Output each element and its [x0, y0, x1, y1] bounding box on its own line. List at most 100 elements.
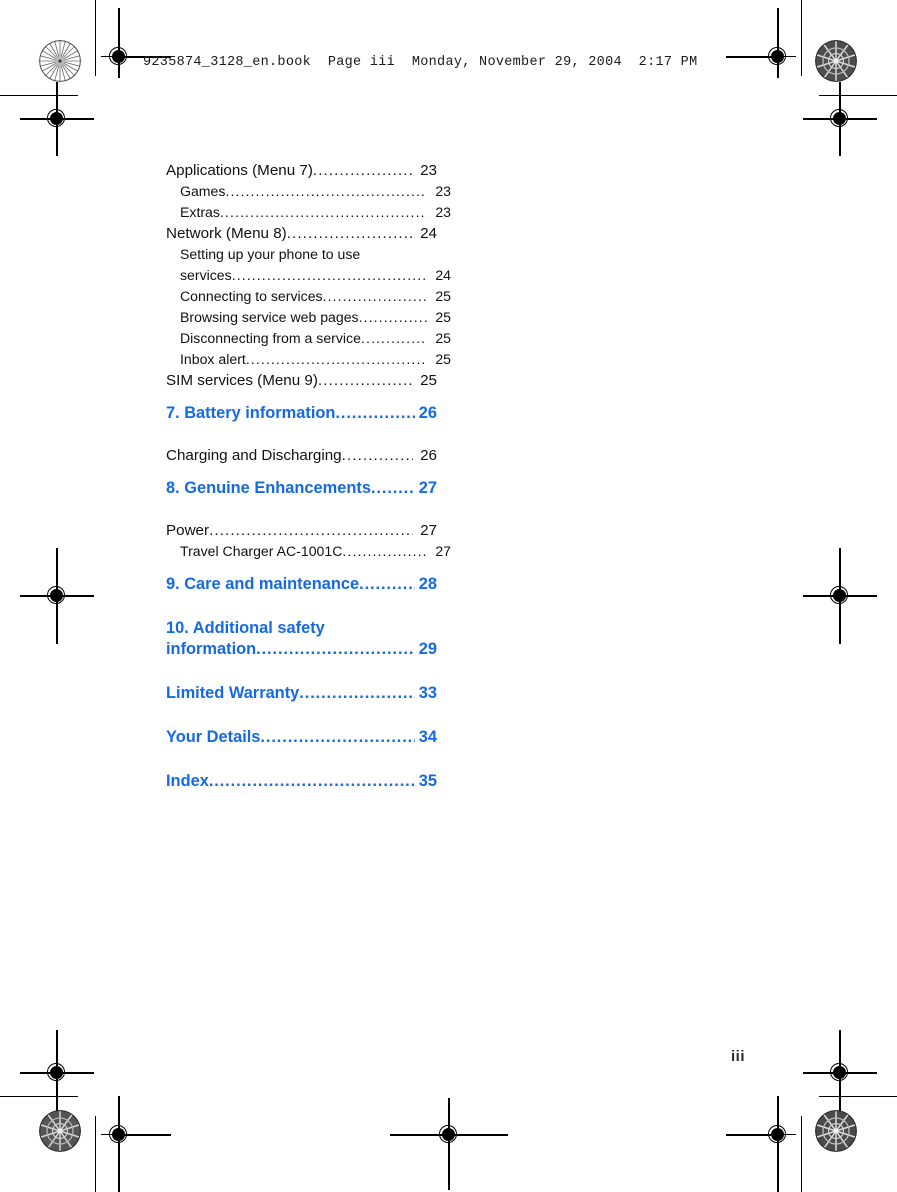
registration-mark-mid-right [822, 578, 858, 614]
toc-dot-leader: ........................................… [370, 479, 415, 497]
toc-page-number: 25 [435, 351, 451, 367]
toc-dot-leader: ........................................… [256, 640, 415, 658]
toc-spacer [166, 510, 437, 520]
crop-line-bottom-left-vertical [95, 1116, 97, 1192]
toc-chapter-entry[interactable]: 10. Additional safety [166, 618, 437, 639]
toc-page-number: 25 [435, 330, 451, 346]
crop-line-bottom-right-horizontal [819, 1096, 897, 1098]
registration-mark-top-right [760, 39, 796, 75]
table-of-contents: Applications (Menu 7) ..................… [166, 160, 451, 792]
toc-entry[interactable]: Browsing service web pages..............… [180, 307, 451, 328]
registration-mark-upper-left [39, 101, 75, 137]
toc-entry-label: Limited Warranty [166, 684, 300, 702]
toc-chapter-entry[interactable]: Index ..................................… [166, 771, 437, 792]
toc-spacer [166, 606, 437, 618]
toc-spacer [166, 671, 437, 683]
toc-entry-label: Travel Charger AC-1001C [180, 543, 343, 559]
toc-spacer [166, 595, 437, 606]
toc-page-number: 28 [418, 575, 437, 593]
toc-entry[interactable]: Extras..................................… [180, 202, 451, 223]
toc-entry[interactable]: Inbox alert.............................… [180, 349, 451, 370]
toc-entry-label: Games [180, 183, 226, 199]
toc-entry[interactable]: Games...................................… [180, 181, 451, 202]
toc-dot-leader: ........................................… [286, 225, 413, 242]
toc-page-number: 26 [420, 447, 437, 464]
toc-page-number: 27 [420, 522, 437, 539]
toc-dot-leader: ........................................… [342, 543, 427, 559]
toc-dot-leader: ........................................… [245, 351, 427, 367]
toc-entry[interactable]: Charging and Discharging................… [166, 445, 437, 466]
toc-page-number: 23 [435, 204, 451, 220]
toc-entry-label: Applications (Menu 7) [166, 162, 313, 179]
registration-mark-lower-left [39, 1055, 75, 1091]
toc-dot-leader: ........................................… [225, 183, 427, 199]
file-stamp: 9235874_3128_en.book Page iii Monday, No… [143, 55, 698, 70]
toc-entry-label: Inbox alert [180, 351, 246, 367]
toc-entry-label: Extras [180, 204, 220, 220]
toc-page-number: 34 [418, 728, 437, 746]
toc-entry-label: 9. Care and maintenance [166, 575, 360, 593]
toc-page-number: 25 [435, 309, 451, 325]
toc-entry-label: 8. Genuine Enhancements [166, 479, 371, 497]
registration-mark-top-left [101, 39, 137, 75]
toc-page-number: 23 [435, 183, 451, 199]
toc-entry[interactable]: Network (Menu 8)........................… [166, 223, 437, 244]
toc-entry[interactable]: Disconnecting from a service ...........… [180, 328, 451, 349]
toc-entry-label: Power [166, 522, 210, 539]
crop-line-top-right-horizontal [819, 95, 897, 97]
toc-entry-label: 10. Additional safety [166, 619, 325, 637]
toc-chapter-entry[interactable]: Limited Warranty .......................… [166, 683, 437, 704]
registration-mark-upper-right [822, 101, 858, 137]
registration-mark-bottom-center [431, 1117, 467, 1153]
toc-spacer [166, 391, 437, 403]
toc-spacer [166, 499, 437, 510]
toc-dot-leader: ........................................… [219, 204, 427, 220]
toc-spacer [166, 759, 437, 771]
toc-page-number: 27 [435, 543, 451, 559]
toc-entry-label: Your Details [166, 728, 261, 746]
toc-entry-label: services [180, 267, 232, 283]
toc-spacer [166, 715, 437, 727]
toc-entry-label: Disconnecting from a service [180, 330, 361, 346]
toc-chapter-entry[interactable]: 8. Genuine Enhancements.................… [166, 478, 437, 499]
toc-spacer [166, 748, 437, 759]
toc-dot-leader: ........................................… [209, 522, 413, 539]
toc-entry[interactable]: Power ..................................… [166, 520, 437, 541]
rosette-mark-top-right [815, 40, 857, 82]
toc-page-number: 25 [435, 288, 451, 304]
toc-chapter-entry[interactable]: Your Details ...........................… [166, 727, 437, 748]
rosette-mark-bottom-right [815, 1110, 857, 1152]
toc-entry[interactable]: Setting up your phone to use [180, 244, 451, 265]
toc-dot-leader: ........................................… [231, 267, 427, 283]
toc-entry-label: Connecting to services [180, 288, 323, 304]
crop-line-top-left-horizontal [0, 95, 78, 97]
toc-entry[interactable]: Connecting to services .................… [180, 286, 451, 307]
crop-line-top-left-vertical [95, 0, 97, 76]
toc-entry[interactable]: SIM services (Menu 9) ..................… [166, 370, 437, 391]
toc-chapter-entry[interactable]: information.............................… [166, 639, 437, 660]
toc-entry-label: Charging and Discharging [166, 447, 342, 464]
registration-mark-bottom-right [760, 1117, 796, 1153]
toc-page-number: 26 [418, 404, 437, 422]
toc-chapter-entry[interactable]: 9. Care and maintenance.................… [166, 574, 437, 595]
toc-entry[interactable]: Travel Charger AC-1001C.................… [180, 541, 451, 562]
toc-entry[interactable]: Applications (Menu 7) ..................… [166, 160, 437, 181]
toc-chapter-entry[interactable]: 7. Battery information..................… [166, 403, 437, 424]
toc-entry-label: Setting up your phone to use [180, 246, 361, 262]
toc-dot-leader: ........................................… [312, 162, 413, 179]
toc-dot-leader: ........................................… [335, 404, 415, 422]
toc-spacer [166, 704, 437, 715]
crop-line-top-right-vertical [801, 0, 803, 76]
toc-entry-label: SIM services (Menu 9) [166, 372, 318, 389]
registration-mark-bottom-left [101, 1117, 137, 1153]
toc-dot-leader: ........................................… [358, 309, 427, 325]
toc-page-number: 24 [420, 225, 437, 242]
toc-dot-leader: ........................................… [317, 372, 413, 389]
toc-dot-leader: ........................................… [322, 288, 427, 304]
crop-line-bottom-left-horizontal [0, 1096, 78, 1098]
toc-entry-label: information [166, 640, 257, 658]
toc-dot-leader: ........................................… [260, 728, 415, 746]
toc-dot-leader: ........................................… [360, 330, 427, 346]
toc-entry[interactable]: services................................… [180, 265, 451, 286]
toc-dot-leader: ........................................… [341, 447, 413, 464]
